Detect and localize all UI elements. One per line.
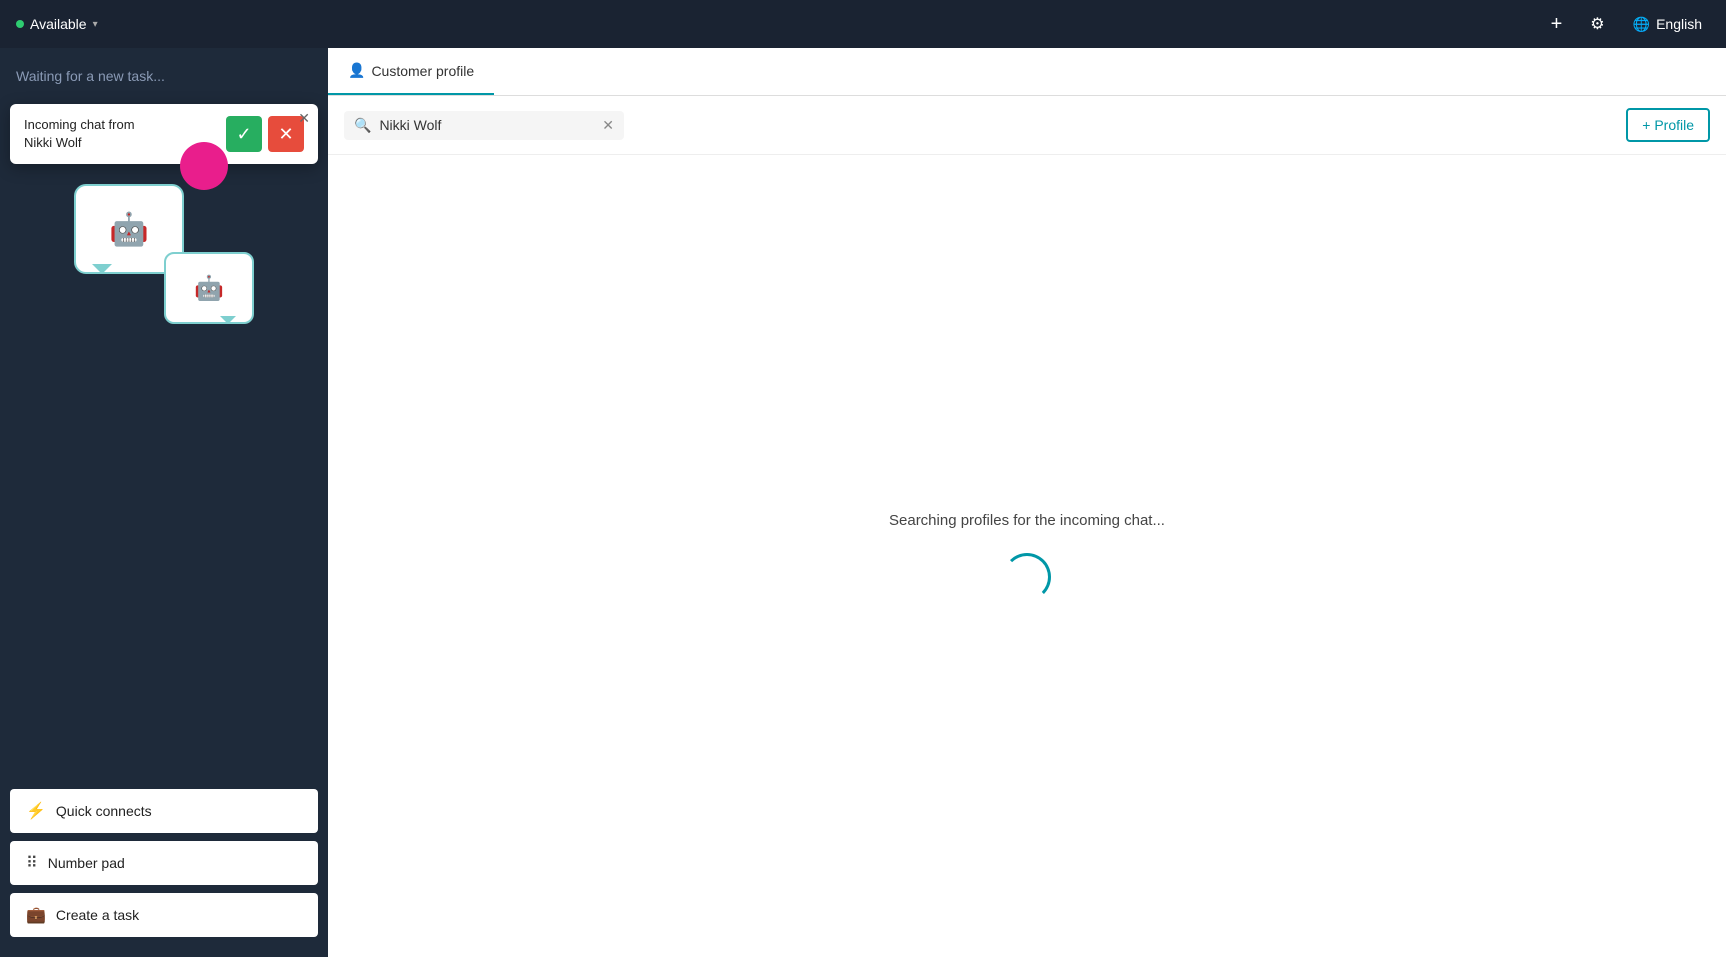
tab-bar: 👤 Customer profile — [328, 48, 1726, 96]
incoming-actions: ✓ ✕ — [226, 116, 304, 152]
status-dot — [16, 20, 24, 28]
chat-bubble-small: 🤖 — [164, 252, 254, 324]
loading-spinner — [1003, 553, 1051, 601]
create-task-icon: 💼 — [26, 905, 46, 925]
globe-icon: 🌐 — [1633, 16, 1650, 33]
number-pad-icon: ⠿ — [26, 853, 38, 873]
add-button[interactable]: + — [1543, 9, 1571, 40]
chat-face-icon: 🤖 — [109, 210, 149, 248]
settings-button[interactable]: ⚙ — [1582, 10, 1612, 38]
sidebar-bottom: ⚡ Quick connects ⠿ Number pad 💼 Create a… — [0, 777, 328, 957]
status-badge[interactable]: Available ▾ — [16, 16, 98, 32]
incoming-chat-card: Incoming chat from Nikki Wolf ✓ ✕ ✕ — [10, 104, 318, 164]
profile-tab-icon: 👤 — [348, 62, 365, 79]
add-profile-button[interactable]: + Profile — [1626, 108, 1710, 142]
language-label: English — [1656, 16, 1702, 32]
clear-search-button[interactable]: ✕ — [602, 117, 614, 134]
chevron-down-icon: ▾ — [93, 19, 98, 30]
language-selector[interactable]: 🌐 English — [1625, 12, 1710, 37]
number-pad-button[interactable]: ⠿ Number pad — [10, 841, 318, 885]
loading-area: Searching profiles for the incoming chat… — [328, 155, 1726, 957]
accept-button[interactable]: ✓ — [226, 116, 262, 152]
main-content: 👤 Customer profile 🔍 ✕ + Profile Searchi… — [328, 48, 1726, 957]
pink-circle-decoration — [180, 142, 228, 190]
search-box: 🔍 ✕ — [344, 111, 624, 140]
status-label: Available — [30, 16, 87, 32]
top-bar: Available ▾ + ⚙ 🌐 English — [0, 0, 1726, 48]
chat-face-icon-small: 🤖 — [194, 274, 224, 303]
add-profile-label: + Profile — [1642, 117, 1694, 133]
loading-text: Searching profiles for the incoming chat… — [889, 512, 1165, 529]
search-input[interactable] — [379, 117, 594, 133]
incoming-chat-text: Incoming chat from Nikki Wolf — [24, 116, 135, 152]
quick-connects-button[interactable]: ⚡ Quick connects — [10, 789, 318, 833]
chat-illustration: 🤖 🤖 — [74, 184, 254, 324]
waiting-text: Waiting for a new task... — [0, 48, 328, 104]
sidebar: Waiting for a new task... Incoming chat … — [0, 48, 328, 957]
sidebar-main: Incoming chat from Nikki Wolf ✓ ✕ ✕ 🤖 🤖 — [0, 104, 328, 777]
search-icon: 🔍 — [354, 117, 371, 134]
quick-connects-icon: ⚡ — [26, 801, 46, 821]
search-row: 🔍 ✕ + Profile — [328, 96, 1726, 155]
tab-customer-profile[interactable]: 👤 Customer profile — [328, 48, 494, 95]
create-task-button[interactable]: 💼 Create a task — [10, 893, 318, 937]
close-button[interactable]: ✕ — [298, 110, 310, 127]
